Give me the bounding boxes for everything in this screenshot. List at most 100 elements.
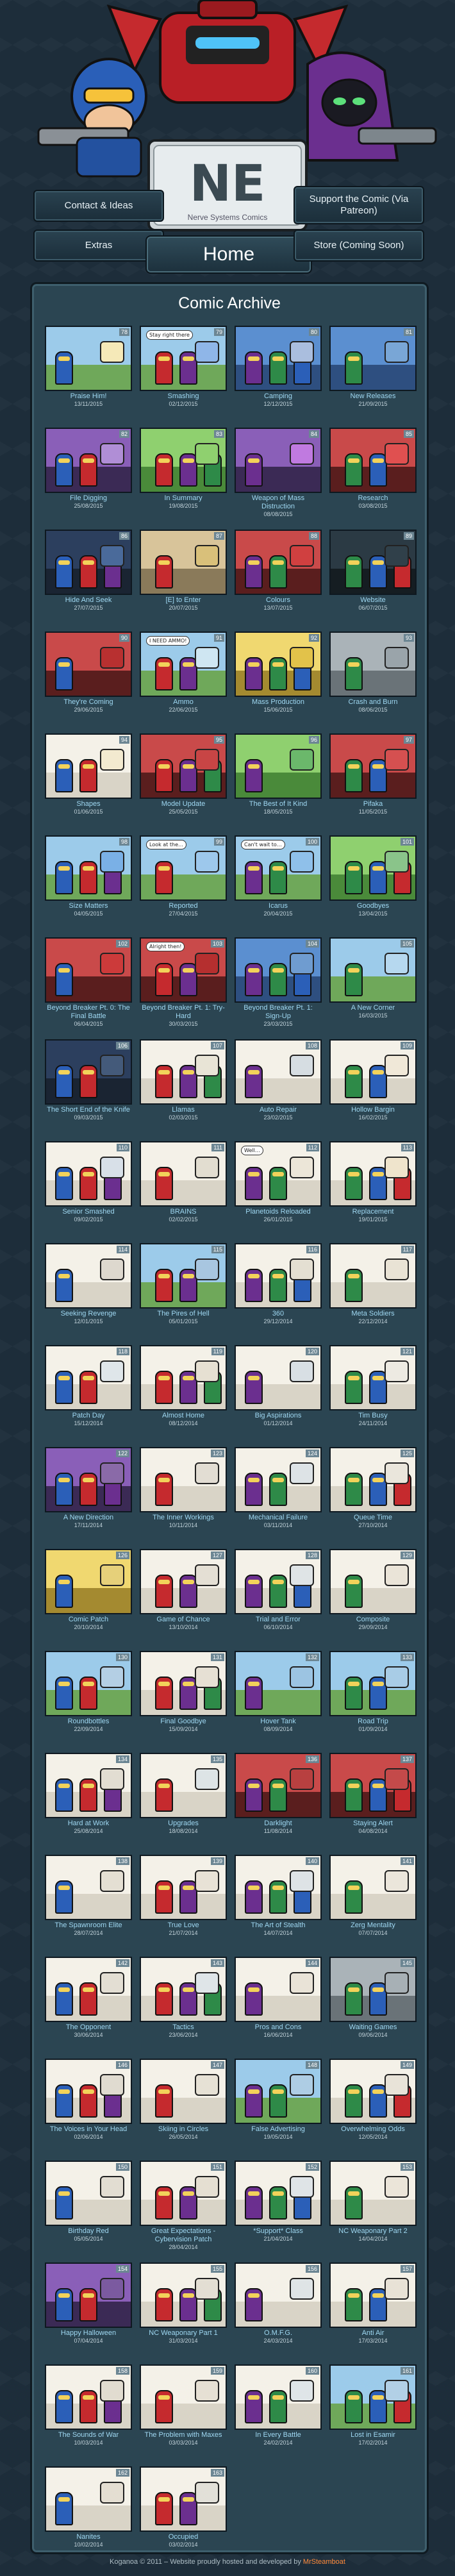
comic-thumbnail[interactable]: 111 <box>140 1141 227 1207</box>
comic-thumbnail[interactable]: 82 <box>45 428 132 493</box>
comic-title-link[interactable]: Hard at Work 25/08/2014 <box>45 1819 132 1835</box>
comic-title[interactable]: Trial and Error <box>235 1616 322 1624</box>
comic-title[interactable]: Seeking Revenge <box>45 1310 132 1318</box>
comic-entry[interactable]: 139 True Love 21/07/2014 <box>140 1855 227 1949</box>
comic-title[interactable]: New Releases <box>329 392 417 401</box>
comic-thumbnail[interactable]: 137 <box>329 1753 417 1818</box>
comic-title-link[interactable]: Mechanical Failure 03/11/2014 <box>235 1514 322 1529</box>
comic-title-link[interactable]: Birthday Red 05/05/2014 <box>45 2227 132 2243</box>
comic-entry[interactable]: 117 Meta Soldiers 22/12/2014 <box>329 1243 417 1337</box>
comic-thumbnail[interactable]: 145 <box>329 1957 417 2022</box>
comic-title-link[interactable]: Happy Halloween 07/04/2014 <box>45 2329 132 2345</box>
comic-title[interactable]: In Summary <box>140 494 227 503</box>
comic-entry[interactable]: 153 NC Weaponary Part 2 14/04/2014 <box>329 2161 417 2255</box>
comic-entry[interactable]: 152 *Support* Class 21/04/2014 <box>235 2161 322 2255</box>
comic-title[interactable]: Replacement <box>329 1208 417 1216</box>
comic-title-link[interactable]: Smashing 02/12/2015 <box>140 392 227 408</box>
comic-title[interactable]: Smashing <box>140 392 227 401</box>
comic-entry[interactable]: 150 Birthday Red 05/05/2014 <box>45 2161 132 2255</box>
comic-title[interactable]: Model Update <box>140 800 227 808</box>
comic-thumbnail[interactable]: 104 <box>235 937 322 1003</box>
comic-title[interactable]: The Voices in Your Head <box>45 2125 132 2134</box>
comic-entry[interactable]: 149 Overwhelming Odds 12/05/2014 <box>329 2059 417 2153</box>
comic-title-link[interactable]: The Pires of Hell 05/01/2015 <box>140 1310 227 1325</box>
comic-thumbnail[interactable]: 108 <box>235 1039 322 1105</box>
comic-thumbnail[interactable]: 109 <box>329 1039 417 1105</box>
comic-entry[interactable]: 161 Lost in Esamir 17/02/2014 <box>329 2364 417 2459</box>
comic-title-link[interactable]: Anti Air 17/03/2014 <box>329 2329 417 2345</box>
comic-title-link[interactable]: Big Aspirations 01/12/2014 <box>235 1412 322 1427</box>
comic-title[interactable]: Mass Production <box>235 698 322 707</box>
comic-entry[interactable]: 124 Mechanical Failure 03/11/2014 <box>235 1447 322 1541</box>
comic-title-link[interactable]: File Digging 25/08/2015 <box>45 494 132 510</box>
comic-entry[interactable]: 128 Trial and Error 06/10/2014 <box>235 1549 322 1643</box>
comic-title[interactable]: O.M.F.G. <box>235 2329 322 2338</box>
comic-entry[interactable]: 145 Waiting Games 09/06/2014 <box>329 1957 417 2051</box>
comic-thumbnail[interactable]: 86 <box>45 530 132 595</box>
comic-thumbnail[interactable]: 121 <box>329 1345 417 1410</box>
comic-title[interactable]: Goodbyes <box>329 902 417 910</box>
comic-thumbnail[interactable]: I NEED AMMO! 91 <box>140 631 227 697</box>
comic-thumbnail[interactable]: 127 <box>140 1549 227 1614</box>
comic-title-link[interactable]: The Voices in Your Head 02/06/2014 <box>45 2125 132 2141</box>
comic-entry[interactable]: 125 Queue Time 27/10/2014 <box>329 1447 417 1541</box>
comic-thumbnail[interactable]: 101 <box>329 835 417 901</box>
comic-thumbnail[interactable]: Stay right there 79 <box>140 326 227 391</box>
comic-entry[interactable]: 80 Camping 12/12/2015 <box>235 326 322 420</box>
comic-title-link[interactable]: Weapon of Mass Distruction 08/08/2015 <box>235 494 322 518</box>
comic-title-link[interactable]: In Every Battle 24/02/2014 <box>235 2431 322 2446</box>
comic-entry[interactable]: 111 BRAINS 02/02/2015 <box>140 1141 227 1235</box>
comic-title[interactable]: The Opponent <box>45 2023 132 2032</box>
comic-title-link[interactable]: Crash and Burn 08/06/2015 <box>329 698 417 714</box>
comic-title-link[interactable]: Final Goodbye 15/09/2014 <box>140 1718 227 1733</box>
comic-title[interactable]: A New Direction <box>45 1514 132 1522</box>
comic-title[interactable]: Ammo <box>140 698 227 707</box>
comic-title[interactable]: Game of Chance <box>140 1616 227 1624</box>
comic-title[interactable]: The Spawnroom Elite <box>45 1921 132 1930</box>
comic-title-link[interactable]: Hide And Seek 27/07/2015 <box>45 596 132 612</box>
comic-title-link[interactable]: Beyond Breaker Pt. 1: Sign-Up 23/03/2015 <box>235 1004 322 1028</box>
comic-title[interactable]: Camping <box>235 392 322 401</box>
comic-entry[interactable]: 113 Replacement 19/01/2015 <box>329 1141 417 1235</box>
comic-title[interactable]: Hard at Work <box>45 1819 132 1828</box>
comic-entry[interactable]: 140 The Art of Stealth 14/07/2014 <box>235 1855 322 1949</box>
comic-thumbnail[interactable]: 89 <box>329 530 417 595</box>
comic-title-link[interactable]: O.M.F.G. 24/03/2014 <box>235 2329 322 2345</box>
comic-thumbnail[interactable]: 119 <box>140 1345 227 1410</box>
comic-thumbnail[interactable]: 148 <box>235 2059 322 2124</box>
comic-entry[interactable]: 88 Colours 13/07/2015 <box>235 530 322 624</box>
comic-title[interactable]: Shapes <box>45 800 132 808</box>
comic-entry[interactable]: 89 Website 06/07/2015 <box>329 530 417 624</box>
comic-title[interactable]: Lost in Esamir <box>329 2431 417 2439</box>
comic-title-link[interactable]: Goodbyes 13/04/2015 <box>329 902 417 917</box>
comic-entry[interactable]: 109 Hollow Bargin 16/02/2015 <box>329 1039 417 1133</box>
comic-thumbnail[interactable]: 144 <box>235 1957 322 2022</box>
comic-thumbnail[interactable]: 123 <box>140 1447 227 1512</box>
comic-title[interactable]: Research <box>329 494 417 503</box>
comic-title[interactable]: The Inner Workings <box>140 1514 227 1522</box>
comic-thumbnail[interactable]: 154 <box>45 2262 132 2328</box>
comic-title-link[interactable]: Almost Home 08/12/2014 <box>140 1412 227 1427</box>
nav-support-button[interactable]: Support the Comic (Via Patreon) <box>294 186 424 224</box>
comic-thumbnail[interactable]: 126 <box>45 1549 132 1614</box>
comic-title-link[interactable]: BRAINS 02/02/2015 <box>140 1208 227 1223</box>
comic-title-link[interactable]: Beyond Breaker Pt. 1: Try-Hard 30/03/2015 <box>140 1004 227 1028</box>
comic-title-link[interactable]: NC Weaponary Part 1 31/03/2014 <box>140 2329 227 2345</box>
comic-title-link[interactable]: Website 06/07/2015 <box>329 596 417 612</box>
comic-thumbnail[interactable]: 158 <box>45 2364 132 2430</box>
comic-title-link[interactable]: [E] to Enter 20/07/2015 <box>140 596 227 612</box>
comic-title-link[interactable]: Darklight 11/08/2014 <box>235 1819 322 1835</box>
comic-thumbnail[interactable]: 161 <box>329 2364 417 2430</box>
comic-thumbnail[interactable]: 98 <box>45 835 132 901</box>
comic-entry[interactable]: 126 Comic Patch 20/10/2014 <box>45 1549 132 1643</box>
comic-title-link[interactable]: Road Trip 01/09/2014 <box>329 1718 417 1733</box>
comic-title[interactable]: Llamas <box>140 1106 227 1114</box>
comic-title-link[interactable]: Hover Tank 08/09/2014 <box>235 1718 322 1733</box>
comic-title-link[interactable]: Camping 12/12/2015 <box>235 392 322 408</box>
comic-thumbnail[interactable]: 129 <box>329 1549 417 1614</box>
comic-entry[interactable]: 121 Tim Busy 24/11/2014 <box>329 1345 417 1439</box>
comic-title-link[interactable]: Queue Time 27/10/2014 <box>329 1514 417 1529</box>
comic-thumbnail[interactable]: 160 <box>235 2364 322 2430</box>
comic-title-link[interactable]: Nanites 10/02/2014 <box>45 2533 132 2548</box>
comic-entry[interactable]: 162 Nanites 10/02/2014 <box>45 2466 132 2561</box>
